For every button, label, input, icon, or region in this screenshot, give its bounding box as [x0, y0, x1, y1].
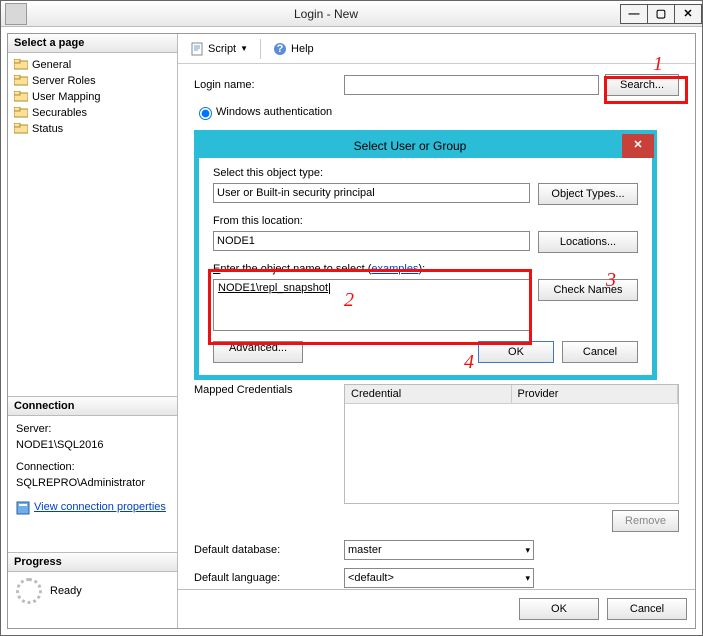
chevron-down-icon: ▼ [240, 44, 248, 53]
app-icon [5, 3, 27, 25]
cred-col-credential: Credential [345, 385, 512, 403]
check-names-button[interactable]: Check Names [538, 279, 638, 301]
page-status[interactable]: Status [8, 121, 177, 137]
server-label: Server: [16, 422, 169, 438]
login-new-window: Login - New — ▢ ✕ Select a page General … [0, 0, 703, 636]
modal-close-button[interactable]: ✕ [622, 134, 654, 158]
page-general[interactable]: General [8, 57, 177, 73]
cred-col-provider: Provider [512, 385, 679, 403]
page-securables[interactable]: Securables [8, 105, 177, 121]
left-panel: Select a page General Server Roles User … [8, 34, 178, 628]
credentials-table: Credential Provider [344, 384, 679, 504]
object-type-field[interactable] [213, 183, 530, 203]
search-button[interactable]: Search... [605, 74, 679, 96]
advanced-button[interactable]: Advanced... [213, 341, 303, 363]
ok-button[interactable]: OK [519, 598, 599, 620]
chevron-down-icon: ▾ [525, 545, 530, 556]
page-list: General Server Roles User Mapping Secura… [8, 53, 177, 141]
progress-ring-icon [16, 578, 42, 604]
object-type-label: Select this object type: [213, 167, 638, 179]
default-database-select[interactable]: master▾ [344, 540, 534, 560]
progress-status: Ready [50, 585, 82, 597]
modal-ok-button[interactable]: OK [478, 341, 554, 363]
default-language-label: Default language: [194, 572, 344, 584]
locations-button[interactable]: Locations... [538, 231, 638, 253]
script-button[interactable]: Script ▼ [186, 40, 252, 58]
location-field[interactable] [213, 231, 530, 251]
page-server-roles[interactable]: Server Roles [8, 73, 177, 89]
connection-info: Server: NODE1\SQL2016 Connection: SQLREP… [8, 416, 177, 522]
mapped-credentials-label: Mapped Credentials [194, 384, 344, 396]
select-user-dialog: Select User or Group ✕ Select this objec… [194, 130, 657, 380]
maximize-button[interactable]: ▢ [647, 4, 675, 24]
select-page-heading: Select a page [8, 34, 177, 53]
modal-title: Select User or Group [198, 139, 622, 153]
examples-link[interactable]: examples [371, 263, 418, 275]
connection-heading: Connection [8, 396, 177, 416]
cancel-button[interactable]: Cancel [607, 598, 687, 620]
window-title: Login - New [31, 7, 621, 21]
connection-label: Connection: [16, 460, 169, 476]
chevron-down-icon: ▾ [525, 573, 530, 584]
help-button[interactable]: ? Help [269, 40, 318, 58]
object-names-input[interactable]: NODE1\repl_snapshot [213, 279, 530, 331]
titlebar: Login - New — ▢ ✕ [1, 1, 702, 27]
minimize-button[interactable]: — [620, 4, 648, 24]
login-name-label: Login name: [194, 79, 344, 91]
close-button[interactable]: ✕ [674, 4, 702, 24]
server-value: NODE1\SQL2016 [16, 438, 169, 454]
view-connection-properties-link[interactable]: View connection properties [16, 500, 169, 516]
location-label: From this location: [213, 215, 638, 227]
default-database-label: Default database: [194, 544, 344, 556]
object-names-label: EEnter the object name to select (nter t… [213, 263, 638, 275]
progress-area: Ready [8, 572, 177, 610]
progress-heading: Progress [8, 552, 177, 572]
modal-cancel-button[interactable]: Cancel [562, 341, 638, 363]
dialog-buttons: OK Cancel [178, 589, 695, 628]
svg-text:?: ? [277, 43, 284, 55]
toolbar: Script ▼ ? Help [178, 34, 695, 64]
modal-titlebar: Select User or Group ✕ [198, 134, 653, 158]
default-language-select[interactable]: <default>▾ [344, 568, 534, 588]
object-types-button[interactable]: Object Types... [538, 183, 638, 205]
page-user-mapping[interactable]: User Mapping [8, 89, 177, 105]
windows-auth-radio[interactable]: Windows authentication [194, 104, 332, 120]
login-name-input[interactable] [344, 75, 599, 95]
remove-button[interactable]: Remove [612, 510, 679, 532]
connection-value: SQLREPRO\Administrator [16, 476, 169, 492]
